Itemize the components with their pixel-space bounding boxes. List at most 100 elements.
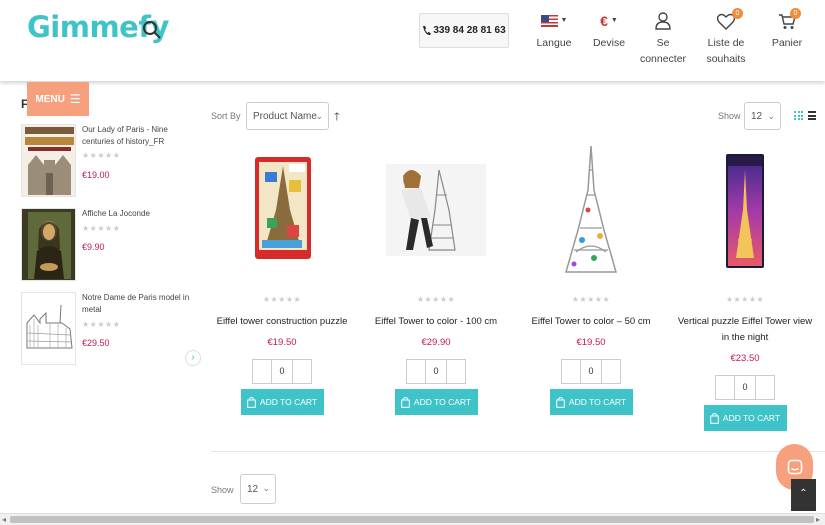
sort-label: Sort By [211,111,241,121]
product-price: €23.50 [730,353,760,364]
add-to-cart-label: ADD TO CART [722,413,781,423]
login-label-1: Se [656,37,670,49]
product-title[interactable]: Vertical puzzle Eiffel Tower view in the… [670,314,820,346]
scroll-right-icon[interactable]: ▸ [816,515,820,524]
scrollbar-thumb[interactable] [10,516,814,523]
shopping-bag-icon [556,396,565,408]
rating-stars: ★★★★★ [571,295,611,304]
sort-select[interactable]: Product Name ⌄ [246,102,329,130]
grid-view-icon[interactable] [794,111,803,120]
rating-stars: ★★★★★ [82,224,121,233]
sidebar-product-title[interactable]: Notre Dame de Paris model in metal [82,292,192,316]
sidebar-product-title[interactable]: Our Lady of Paris - Nine centuries of hi… [82,124,192,148]
add-to-cart-label: ADD TO CART [259,397,318,407]
product-price: €29.90 [421,337,451,348]
product-title[interactable]: Eiffel Tower to color – 50 cm [516,314,666,330]
qty-decrease-button[interactable] [406,359,426,384]
sidebar-product-price: €19.00 [82,170,110,180]
rating-stars: ★★★★★ [416,295,456,304]
shopping-bag-icon [710,412,719,424]
show-select[interactable]: 12 ⌄ [744,102,781,130]
product-image-eiffel-100cm[interactable] [361,140,511,280]
qty-input[interactable]: 0 [735,375,755,400]
product-image-vertical-puzzle[interactable] [670,140,820,280]
chat-icon [787,459,802,475]
product-thumbnail-mona-lisa[interactable] [21,208,76,281]
product-thumbnail-notre-dame-metal[interactable] [21,292,76,365]
horizontal-scrollbar[interactable]: ◂ ▸ [0,513,825,525]
shopping-bag-icon [401,396,410,408]
product-title[interactable]: Eiffel Tower to color - 100 cm [361,314,511,330]
quantity-stepper[interactable]: 0 [361,359,511,384]
menu-button[interactable]: MENU ☰ [27,82,89,116]
qty-input[interactable]: 0 [272,359,292,384]
list-view-icon[interactable] [808,111,816,120]
wishlist-label-1: Liste de [707,37,745,49]
product-title[interactable]: Eiffel tower construction puzzle [207,314,357,330]
us-flag-icon [540,15,558,27]
quantity-stepper[interactable]: 0 [516,359,666,384]
user-icon [655,12,671,30]
product-image-construction-puzzle[interactable] [207,140,357,280]
sidebar-product-price: €29.50 [82,338,110,348]
quantity-stepper[interactable]: 0 [207,359,357,384]
language-label: Langue [536,37,572,49]
add-to-cart-button[interactable]: ADD TO CART [394,389,478,415]
rating-stars: ★★★★★ [82,320,121,329]
currency-selector[interactable]: € ▼ Devise [592,10,626,51]
qty-increase-button[interactable] [601,359,621,384]
product-thumbnail-notre-dame-book[interactable] [21,124,76,197]
qty-decrease-button[interactable] [561,359,581,384]
sidebar-product-price: €9.90 [82,242,105,252]
sort-select-value: Product Name [253,110,317,122]
product-price: €19.50 [267,337,297,348]
product-price: €19.50 [576,337,606,348]
product-card[interactable]: ★★★★★ Vertical puzzle Eiffel Tower view … [670,140,820,431]
sidebar-product[interactable]: Affiche La Joconde ★★★★★ €9.90 [21,208,196,282]
product-card[interactable]: ★★★★★ Eiffel Tower to color - 100 cm €29… [361,140,511,415]
add-to-cart-label: ADD TO CART [568,397,627,407]
qty-increase-button[interactable] [755,375,775,400]
login-link[interactable]: Se connecter [638,10,688,67]
qty-increase-button[interactable] [292,359,312,384]
back-to-top-button[interactable]: ⌃ [791,479,816,511]
chevron-down-icon: ⌄ [262,483,270,493]
bottom-show-select[interactable]: 12 ⌄ [240,474,276,504]
cart-label: Panier [771,37,803,49]
hamburger-icon: ☰ [69,92,81,106]
wishlist-label-2: souhaits [706,53,746,65]
sidebar-product[interactable]: Our Lady of Paris - Nine centuries of hi… [21,124,196,198]
header: Gimmefy 339 84 28 81 63 ▼ Langue € ▼ Devi… [0,0,825,81]
chevron-down-icon: ⌄ [767,111,775,121]
caret-down-icon: ▼ [610,17,618,24]
qty-input[interactable]: 0 [426,359,446,384]
quantity-stepper[interactable]: 0 [670,375,820,400]
wishlist-link[interactable]: 0 Liste de souhaits [702,8,750,67]
divider [211,451,825,452]
language-selector[interactable]: ▼ Langue [536,10,572,51]
phone-box[interactable]: 339 84 28 81 63 [419,13,509,48]
shopping-bag-icon [247,396,256,408]
cart-count-badge: 0 [790,8,801,19]
add-to-cart-button[interactable]: ADD TO CART [549,389,633,415]
scroll-left-icon[interactable]: ◂ [2,515,6,524]
qty-input[interactable]: 0 [581,359,601,384]
add-to-cart-button[interactable]: ADD TO CART [703,405,787,431]
qty-decrease-button[interactable] [252,359,272,384]
menu-label: MENU [35,93,65,105]
add-to-cart-button[interactable]: ADD TO CART [240,389,324,415]
search-icon[interactable] [142,20,162,40]
sidebar-product-title[interactable]: Affiche La Joconde [82,208,192,220]
cart-link[interactable]: 0 Panier [769,8,805,51]
product-card[interactable]: ★★★★★ Eiffel tower construction puzzle €… [207,140,357,415]
qty-increase-button[interactable] [446,359,466,384]
bottom-show-select-value: 12 [247,483,259,495]
sort-direction-arrow-icon[interactable]: 🡑 [334,108,340,127]
sidebar-next-arrow[interactable]: › [185,350,201,366]
product-image-eiffel-50cm[interactable] [516,140,666,280]
sidebar-product[interactable]: Notre Dame de Paris model in metal ★★★★★… [21,292,196,366]
product-card[interactable]: ★★★★★ Eiffel Tower to color – 50 cm €19.… [516,140,666,415]
phone-icon [423,26,431,36]
qty-decrease-button[interactable] [715,375,735,400]
show-select-value: 12 [751,110,763,122]
